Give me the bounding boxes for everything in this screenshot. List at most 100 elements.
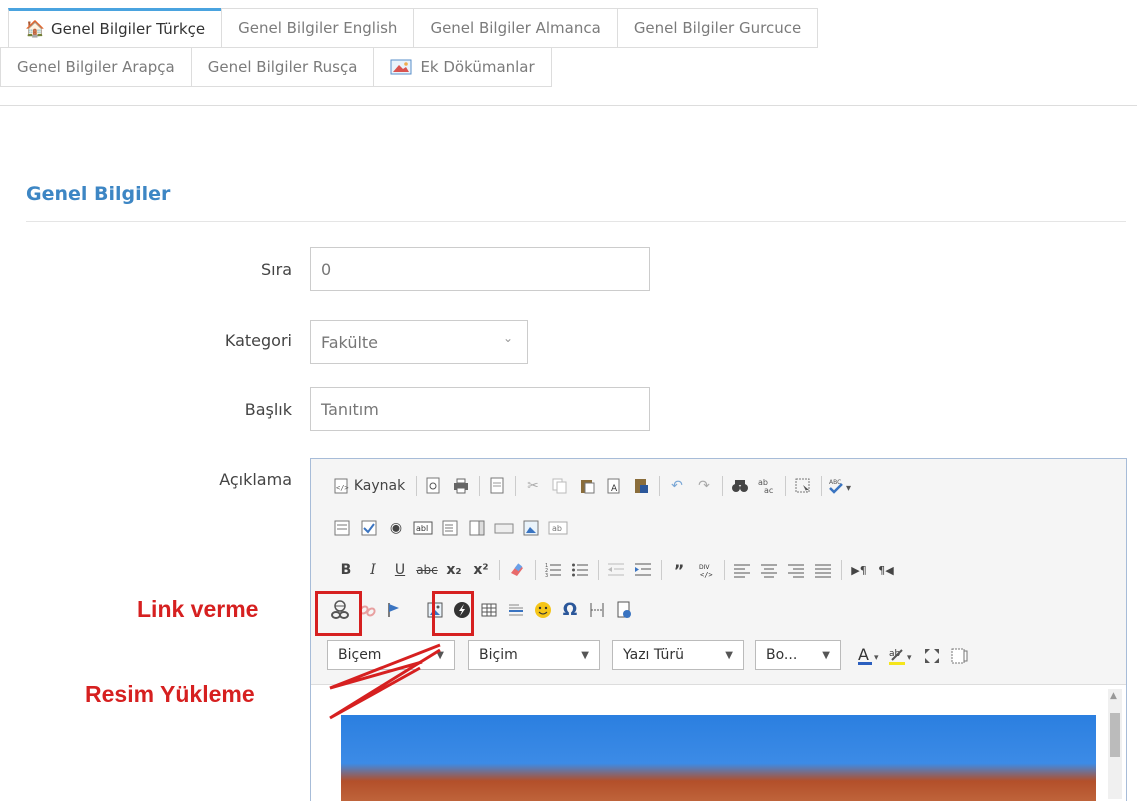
source-button[interactable]: </> Kaynak	[329, 475, 409, 497]
separator	[479, 476, 480, 496]
editor-scrollbar[interactable]: ▲	[1108, 689, 1122, 799]
bold-button[interactable]: B	[335, 559, 357, 581]
kategori-select[interactable]: Fakülte ⌄	[310, 320, 528, 364]
toolbar-row-3: B I U abc x₂ x² 123 ” DIV </> ▶¶ ¶◀	[335, 559, 902, 581]
outdent-button[interactable]	[605, 559, 627, 581]
image-icon	[390, 59, 412, 75]
replace-button[interactable]: ab ac	[756, 475, 778, 497]
remove-format-button[interactable]	[506, 559, 528, 581]
smiley-button[interactable]	[532, 599, 554, 621]
strikethrough-button[interactable]: abc	[416, 559, 438, 581]
rtl-button[interactable]: ¶◀	[875, 559, 897, 581]
align-right-button[interactable]	[785, 559, 807, 581]
checkbox-button[interactable]	[358, 517, 380, 539]
separator	[515, 476, 516, 496]
link-annotation-label: Link verme	[137, 596, 259, 622]
undo-button[interactable]: ↶	[666, 475, 688, 497]
separator	[535, 560, 536, 580]
sira-input[interactable]: 0	[310, 247, 650, 291]
size-combo-label: Bo...	[766, 647, 798, 663]
italic-button[interactable]: I	[362, 559, 384, 581]
print-button[interactable]	[450, 475, 472, 497]
anchor-button[interactable]	[383, 599, 405, 621]
text-color-button[interactable]: A ▾	[857, 645, 883, 667]
content-photo	[341, 715, 1096, 801]
separator	[661, 560, 662, 580]
styles-combo[interactable]: Biçem ▼	[327, 640, 455, 670]
blockquote-button[interactable]: ”	[668, 559, 690, 581]
select-field-button[interactable]	[466, 517, 488, 539]
show-blocks-button[interactable]	[948, 645, 970, 667]
maximize-button[interactable]	[921, 645, 943, 667]
numbered-list-button[interactable]: 123	[542, 559, 564, 581]
ltr-button[interactable]: ▶¶	[848, 559, 870, 581]
source-icon: </>	[334, 478, 349, 494]
page-break-button[interactable]	[586, 599, 608, 621]
sira-value: 0	[321, 259, 332, 279]
svg-text:DIV: DIV	[699, 564, 710, 571]
baslik-input[interactable]: Tanıtım	[310, 387, 650, 431]
horizontal-rule-button[interactable]	[505, 599, 527, 621]
tab-label: Ek Dökümanlar	[420, 58, 535, 76]
align-left-button[interactable]	[731, 559, 753, 581]
svg-text:▾: ▾	[907, 653, 912, 663]
scrollbar-thumb[interactable]	[1110, 713, 1120, 757]
bulleted-list-button[interactable]	[569, 559, 591, 581]
radio-button[interactable]: ◉	[385, 517, 407, 539]
page-break-icon	[590, 603, 604, 617]
redo-button[interactable]: ↷	[693, 475, 715, 497]
tab-ek-dokumanlar[interactable]: Ek Dökümanlar	[373, 47, 552, 87]
tab-genel-bilgiler-gurcuce[interactable]: Genel Bilgiler Gurcuce	[616, 8, 819, 48]
paste-word-button[interactable]	[630, 475, 652, 497]
spellcheck-button[interactable]: ABC ▾	[828, 475, 854, 497]
font-combo[interactable]: Yazı Türü ▼	[612, 640, 744, 670]
paste-text-button[interactable]: A	[603, 475, 625, 497]
bg-color-button[interactable]: ab ▾	[888, 645, 916, 667]
table-icon	[481, 603, 497, 617]
form-button[interactable]	[331, 517, 353, 539]
undo-icon: ↶	[671, 478, 683, 494]
editor-content-area[interactable]: ▲	[311, 684, 1126, 801]
justify-button[interactable]	[812, 559, 834, 581]
subscript-button[interactable]: x₂	[443, 559, 465, 581]
paste-text-icon: A	[607, 478, 620, 494]
format-combo[interactable]: Biçim ▼	[468, 640, 600, 670]
section-divider	[26, 221, 1126, 222]
tab-genel-bilgiler-english[interactable]: Genel Bilgiler English	[221, 8, 415, 48]
hidden-field-button[interactable]: ab	[547, 517, 569, 539]
align-center-button[interactable]	[758, 559, 780, 581]
tab-genel-bilgiler-arapca[interactable]: Genel Bilgiler Arapça	[0, 47, 192, 87]
checkbox-icon	[361, 520, 377, 536]
textfield-button[interactable]: abl	[412, 517, 434, 539]
spellcheck-icon: ABC▾	[829, 479, 851, 494]
font-combo-label: Yazı Türü	[623, 647, 685, 663]
select-all-button[interactable]	[792, 475, 814, 497]
underline-button[interactable]: U	[389, 559, 411, 581]
textfield-icon: abl	[413, 521, 433, 535]
iframe-button[interactable]	[613, 599, 635, 621]
tab-genel-bilgiler-rusca[interactable]: Genel Bilgiler Rusça	[190, 47, 375, 87]
tab-genel-bilgiler-almanca[interactable]: Genel Bilgiler Almanca	[413, 8, 618, 48]
textarea-button[interactable]	[439, 517, 461, 539]
superscript-button[interactable]: x²	[470, 559, 492, 581]
templates-button[interactable]	[486, 475, 508, 497]
quote-icon: ”	[673, 560, 685, 580]
preview-button[interactable]	[423, 475, 445, 497]
special-char-button[interactable]: Ω	[559, 599, 581, 621]
tab-genel-bilgiler-turkce[interactable]: 🏠 Genel Bilgiler Türkçe	[8, 8, 223, 48]
indent-button[interactable]	[632, 559, 654, 581]
button-field-button[interactable]	[493, 517, 515, 539]
svg-text:</>: </>	[700, 571, 713, 579]
cut-button[interactable]: ✂	[522, 475, 544, 497]
div-container-button[interactable]: DIV </>	[695, 559, 717, 581]
select-field-icon	[469, 520, 485, 536]
svg-text:3: 3	[545, 573, 548, 579]
copy-button[interactable]	[549, 475, 571, 497]
find-button[interactable]	[729, 475, 751, 497]
omega-icon: Ω	[562, 600, 578, 620]
size-combo[interactable]: Bo... ▼	[755, 640, 841, 670]
paste-button[interactable]	[576, 475, 598, 497]
image-button-field-button[interactable]	[520, 517, 542, 539]
table-button[interactable]	[478, 599, 500, 621]
svg-text:</>: </>	[336, 484, 349, 492]
